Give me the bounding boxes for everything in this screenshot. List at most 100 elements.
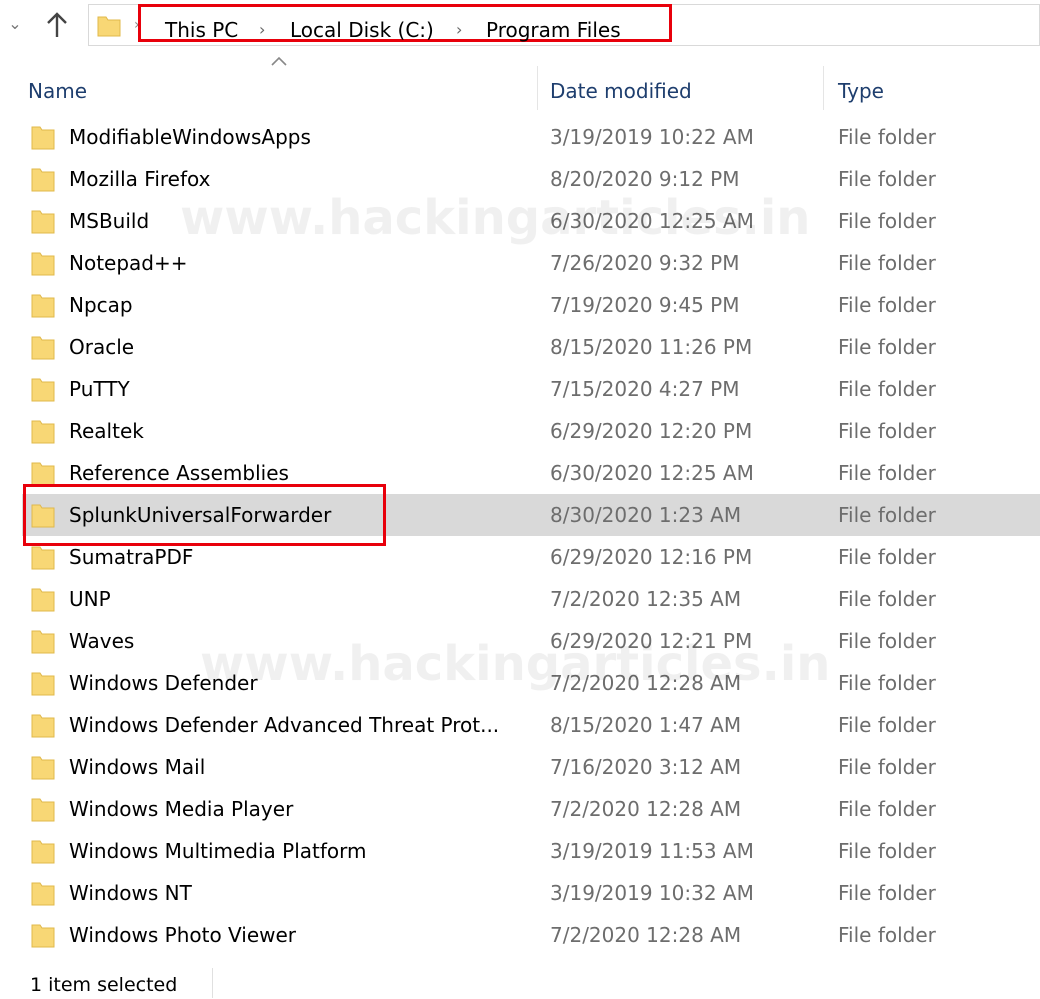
file-type: File folder — [838, 755, 936, 779]
file-name: SumatraPDF — [69, 545, 194, 569]
breadcrumb-chevron-icon[interactable]: › — [456, 18, 462, 42]
folder-icon — [31, 210, 55, 234]
date-modified: 6/29/2020 12:16 PM — [550, 545, 753, 569]
file-name: SplunkUniversalForwarder — [69, 503, 332, 527]
file-type: File folder — [838, 167, 936, 191]
list-item[interactable]: PuTTY 7/15/2020 4:27 PM File folder — [0, 368, 1040, 410]
folder-icon — [31, 756, 55, 780]
list-item[interactable]: SplunkUniversalForwarder 8/30/2020 1:23 A… — [0, 494, 1040, 536]
list-item[interactable]: Notepad++ 7/26/2020 9:32 PM File folder — [0, 242, 1040, 284]
breadcrumb-chevron-icon[interactable]: › — [259, 18, 265, 42]
breadcrumb-item-this-pc[interactable]: This PC — [165, 18, 238, 42]
status-divider — [212, 968, 213, 998]
list-item[interactable]: Reference Assemblies 6/30/2020 12:25 AM Fi… — [0, 452, 1040, 494]
list-item[interactable]: ModifiableWindowsApps 3/19/2019 10:22 AM F… — [0, 116, 1040, 158]
file-type: File folder — [838, 797, 936, 821]
file-type: File folder — [838, 881, 936, 905]
list-item[interactable]: Npcap 7/19/2020 9:45 PM File folder — [0, 284, 1040, 326]
file-type: File folder — [838, 671, 936, 695]
folder-icon — [31, 378, 55, 402]
folder-icon — [31, 420, 55, 444]
date-modified: 8/20/2020 9:12 PM — [550, 167, 740, 191]
list-item[interactable]: Realtek 6/29/2020 12:20 PM File folder — [0, 410, 1040, 452]
folder-icon — [31, 252, 55, 276]
list-item[interactable]: Windows Defender Advanced Threat Prot...… — [0, 704, 1040, 746]
file-name: Realtek — [69, 419, 144, 443]
date-modified: 8/15/2020 11:26 PM — [550, 335, 753, 359]
folder-icon — [31, 630, 55, 654]
file-type: File folder — [838, 587, 936, 611]
file-name: ModifiableWindowsApps — [69, 125, 311, 149]
list-item[interactable]: SumatraPDF 6/29/2020 12:16 PM File folder — [0, 536, 1040, 578]
list-item[interactable]: Windows NT 3/19/2019 10:32 AM File folder — [0, 872, 1040, 914]
column-header-date-modified[interactable]: Date modified — [550, 77, 692, 107]
file-name: Windows NT — [69, 881, 192, 905]
file-type: File folder — [838, 713, 936, 737]
file-name: MSBuild — [69, 209, 150, 233]
list-item[interactable]: Windows Multimedia Platform 3/19/2019 11:… — [0, 830, 1040, 872]
date-modified: 7/16/2020 3:12 AM — [550, 755, 742, 779]
column-header-name[interactable]: Name — [28, 77, 87, 107]
sort-ascending-icon — [271, 56, 287, 66]
file-type: File folder — [838, 629, 936, 653]
address-row: ⌄ › This PC › Local Disk (C:) › Program … — [0, 0, 1040, 52]
status-text: 1 item selected — [30, 974, 178, 996]
folder-icon — [31, 336, 55, 360]
column-divider[interactable] — [823, 66, 824, 110]
file-type: File folder — [838, 335, 936, 359]
file-name: Npcap — [69, 293, 133, 317]
file-name: Windows Defender Advanced Threat Prot... — [69, 713, 500, 737]
folder-icon — [31, 840, 55, 864]
file-name: Reference Assemblies — [69, 461, 289, 485]
up-arrow-icon[interactable] — [44, 10, 70, 40]
date-modified: 7/15/2020 4:27 PM — [550, 377, 740, 401]
watermark: www.hackingarticles.in — [180, 190, 811, 246]
breadcrumb-item-local-disk[interactable]: Local Disk (C:) — [290, 18, 434, 42]
file-type: File folder — [838, 461, 936, 485]
file-type: File folder — [838, 923, 936, 947]
file-type: File folder — [838, 209, 936, 233]
file-type: File folder — [838, 839, 936, 863]
folder-icon — [31, 504, 55, 528]
folder-icon — [31, 672, 55, 696]
date-modified: 3/19/2019 11:53 AM — [550, 839, 754, 863]
file-name: Windows Media Player — [69, 797, 294, 821]
file-name: Windows Mail — [69, 755, 206, 779]
file-name: Waves — [69, 629, 135, 653]
folder-icon — [31, 714, 55, 738]
file-name: Oracle — [69, 335, 135, 359]
list-item[interactable]: UNP 7/2/2020 12:35 AM File folder — [0, 578, 1040, 620]
folder-icon — [31, 294, 55, 318]
date-modified: 7/2/2020 12:28 AM — [550, 923, 742, 947]
folder-icon — [31, 168, 55, 192]
breadcrumb-item-program-files[interactable]: Program Files — [486, 18, 621, 42]
file-name: Windows Photo Viewer — [69, 923, 297, 947]
folder-icon — [31, 882, 55, 906]
file-name: PuTTY — [69, 377, 130, 401]
date-modified: 6/29/2020 12:20 PM — [550, 419, 753, 443]
list-item[interactable]: Oracle 8/15/2020 11:26 PM File folder — [0, 326, 1040, 368]
folder-icon — [31, 462, 55, 486]
folder-icon — [31, 126, 55, 150]
file-name: Mozilla Firefox — [69, 167, 211, 191]
file-type: File folder — [838, 419, 936, 443]
date-modified: 6/30/2020 12:25 AM — [550, 461, 754, 485]
list-item[interactable]: Windows Media Player 7/2/2020 12:28 AM Fil… — [0, 788, 1040, 830]
date-modified: 3/19/2019 10:22 AM — [550, 125, 754, 149]
file-type: File folder — [838, 503, 936, 527]
date-modified: 3/19/2019 10:32 AM — [550, 881, 754, 905]
date-modified: 7/26/2020 9:32 PM — [550, 251, 740, 275]
list-item[interactable]: Windows Photo Viewer 7/2/2020 12:28 AM Fil… — [0, 914, 1040, 956]
column-divider[interactable] — [537, 66, 538, 110]
date-modified: 7/2/2020 12:28 AM — [550, 797, 742, 821]
list-item[interactable]: Windows Mail 7/16/2020 3:12 AM File folder — [0, 746, 1040, 788]
date-modified: 7/19/2020 9:45 PM — [550, 293, 740, 317]
file-type: File folder — [838, 293, 936, 317]
column-header-type[interactable]: Type — [838, 77, 884, 107]
date-modified: 8/15/2020 1:47 AM — [550, 713, 742, 737]
file-type: File folder — [838, 545, 936, 569]
file-name: Windows Multimedia Platform — [69, 839, 367, 863]
folder-icon — [31, 924, 55, 948]
recent-locations-chevron-icon[interactable]: ⌄ — [6, 12, 24, 36]
date-modified: 7/2/2020 12:35 AM — [550, 587, 742, 611]
